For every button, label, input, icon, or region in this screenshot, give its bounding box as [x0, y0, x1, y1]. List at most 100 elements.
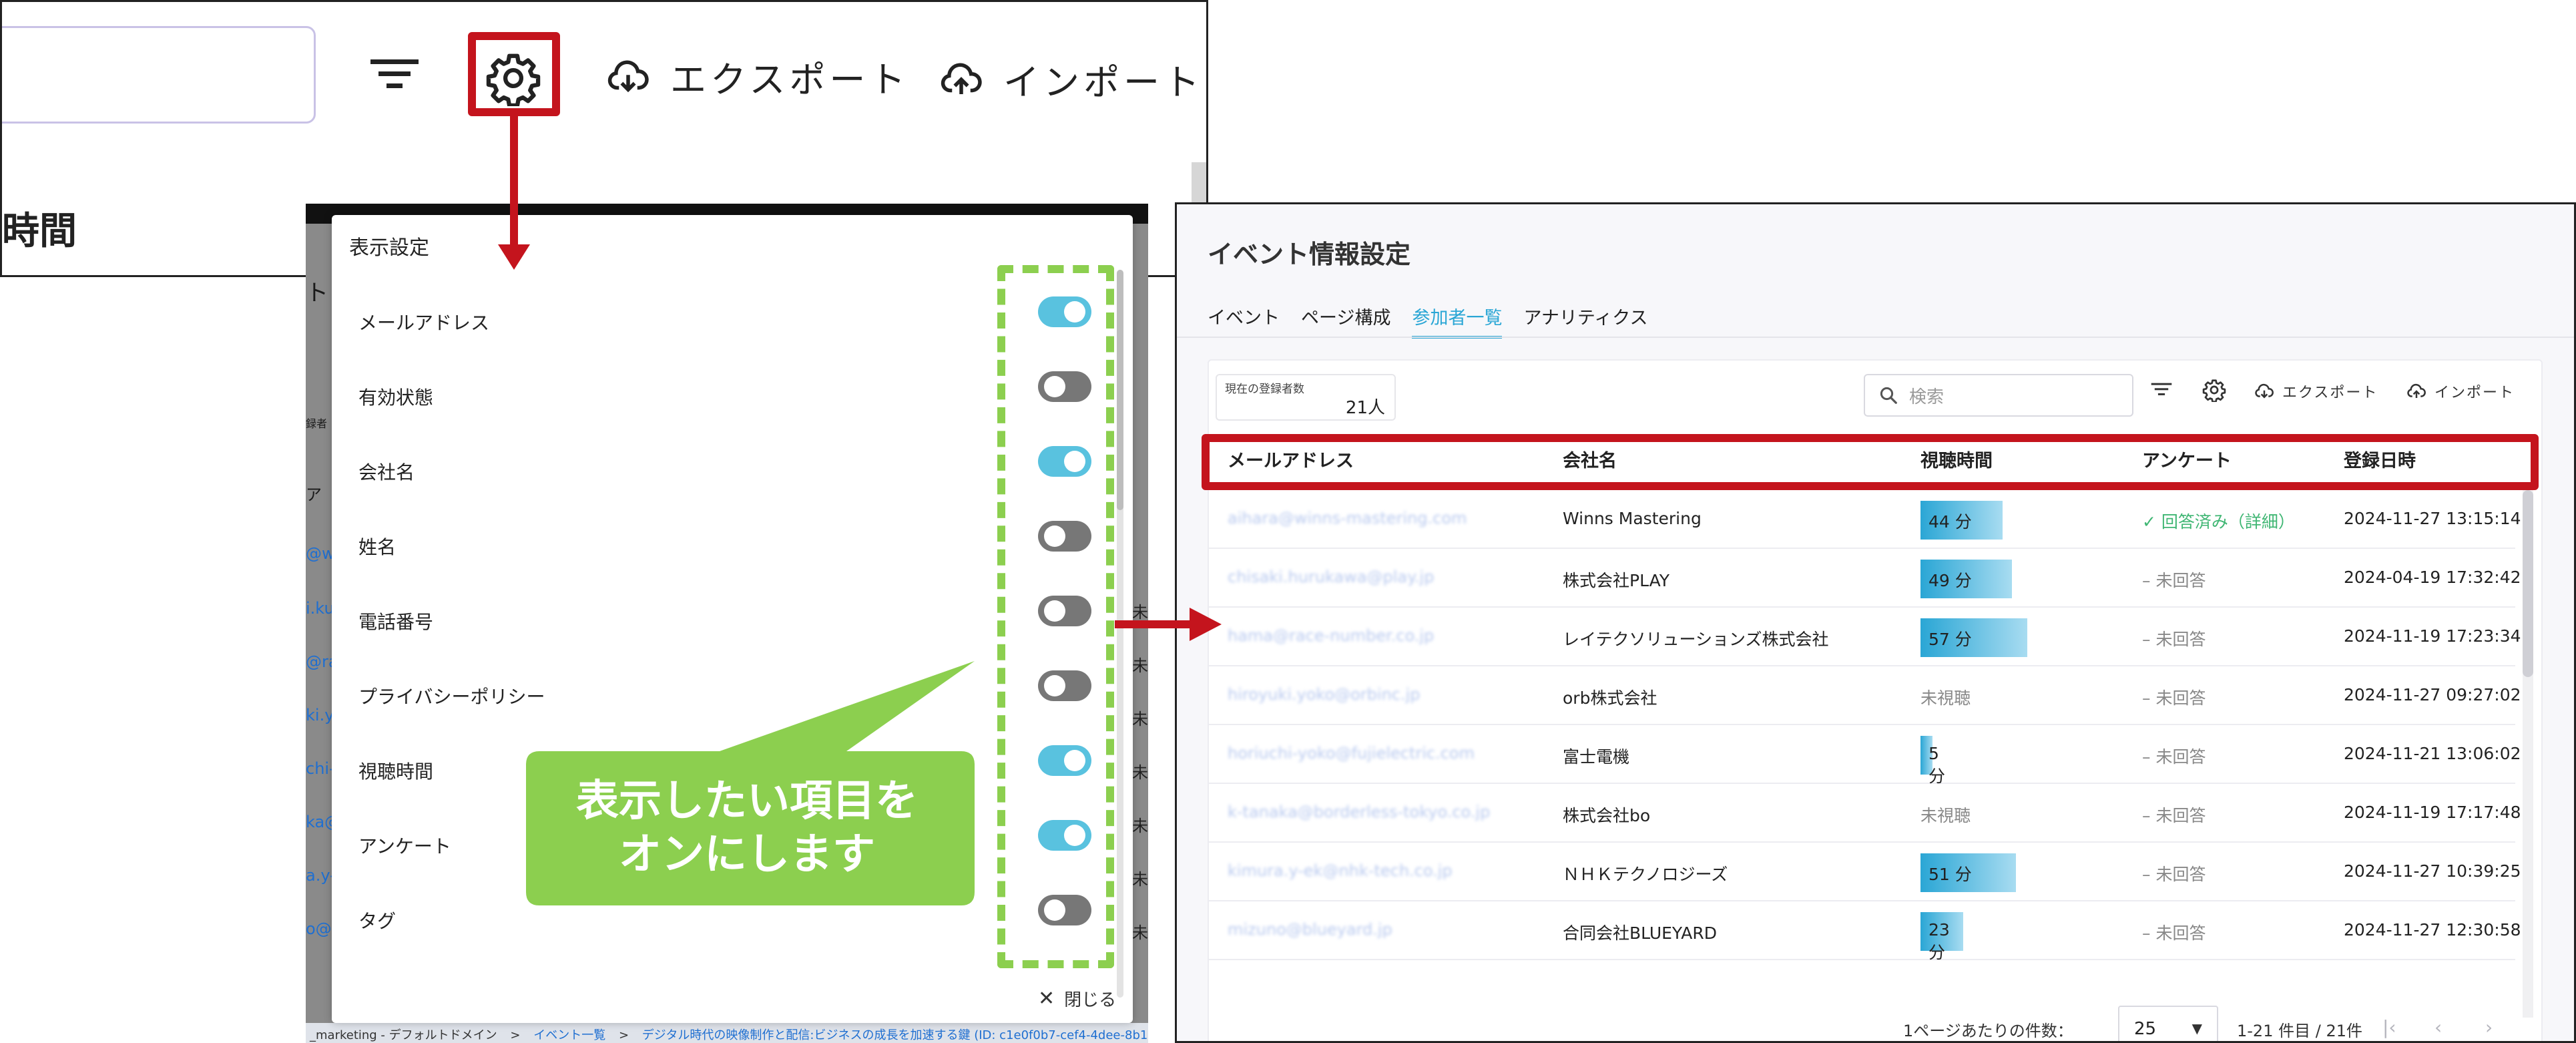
bg-fragment: 録者 [306, 417, 328, 430]
table-row[interactable]: mizuno@blueyard.jp 合同会社BLUEYARD 23 分 – 未… [1209, 901, 2521, 962]
event-settings-panel: イベント情報設定 イベント ページ構成 参加者一覧 アナリティクス 現在の登録者… [1175, 202, 2576, 1043]
filter-button[interactable] [2150, 381, 2173, 398]
breadcrumb-event[interactable]: デジタル時代の映像制作と配信:ビジネスの成長を加速する鍵 (ID: c1e0f0… [642, 1028, 1148, 1042]
setting-label-status: 有効状態 [358, 387, 434, 409]
gear-icon [2202, 379, 2226, 402]
next-page-icon[interactable]: › [2485, 1016, 2493, 1038]
bg-fragment: @w [306, 544, 335, 563]
bg-fragment: 未 [1132, 923, 1148, 942]
tab-analytics[interactable]: アナリティクス [1523, 303, 1647, 339]
export-label: エクスポート [2282, 385, 2378, 401]
breadcrumb-event-list[interactable]: イベント一覧 [533, 1028, 605, 1042]
cell-email[interactable]: aihara@winns-mastering.com [1228, 509, 1467, 528]
watch-time-bar: 23 分 [1920, 912, 1963, 962]
tab-bar: イベント ページ構成 参加者一覧 アナリティクス [1208, 303, 1669, 339]
setting-label-survey: アンケート [358, 835, 451, 857]
close-icon: ✕ [1038, 987, 1055, 1010]
tab-event[interactable]: イベント [1208, 303, 1280, 339]
per-page-select[interactable]: 25 ▼ [2118, 1006, 2218, 1041]
cell-email[interactable]: hama@race-number.co.jp [1228, 626, 1434, 645]
table-row[interactable]: horiuchi-yoko@fujielectric.com 富士電機 5 分 … [1209, 725, 2521, 786]
tab-participants[interactable]: 参加者一覧 [1412, 303, 1503, 339]
watch-time-value: 57 分 [1928, 630, 1972, 649]
tabs-divider [1177, 337, 2574, 338]
breadcrumb-separator: > [510, 1028, 521, 1042]
prev-page-icon[interactable]: ‹ [2434, 1016, 2442, 1038]
arrow-down-icon [498, 116, 530, 270]
callout-text: 表示したい項目を オンにします [526, 751, 968, 905]
table-row[interactable]: chisaki.hurukawa@play.jp 株式会社PLAY 49 分 –… [1209, 549, 2521, 608]
table-row[interactable]: hiroyuki.yoko@orbinc.jp orb株式会社 未視聴 – 未回… [1209, 666, 2521, 725]
watch-time-bar: 49 分 [1920, 560, 2012, 598]
check-icon: ✓ [2142, 512, 2161, 532]
table-row[interactable]: hama@race-number.co.jp レイテクソリューションズ株式会社 … [1209, 608, 2521, 666]
bg-fragment: i.ku [306, 599, 334, 618]
bg-fragment: ki.y [306, 706, 334, 724]
scrollbar-thumb[interactable] [1117, 270, 1123, 510]
watch-time-value: 49 分 [1928, 571, 1972, 590]
cell-registered-at: 2024-11-21 13:06:02 [2344, 744, 2521, 763]
tab-page-structure[interactable]: ページ構成 [1301, 303, 1390, 339]
bg-fragment: ア [306, 485, 322, 504]
filter-icon [2151, 383, 2172, 395]
close-label: 閉じる [1064, 990, 1117, 1010]
table-row[interactable]: aihara@winns-mastering.com Winns Masteri… [1209, 490, 2521, 549]
import-label: インポート [1003, 61, 1204, 103]
participant-search-input[interactable]: 検索 [1864, 374, 2133, 417]
registered-count-value: 21人 [1345, 398, 1385, 418]
bg-fragment: 未 [1132, 870, 1148, 889]
partial-heading: 時間 [2, 210, 77, 253]
dash-icon: – [2142, 571, 2156, 590]
filter-button[interactable] [368, 54, 421, 94]
search-input[interactable] [2, 26, 316, 124]
export-button[interactable]: エクスポート [2254, 381, 2378, 402]
caret-down-icon: ▼ [2192, 1020, 2202, 1036]
scrollbar-thumb[interactable] [2523, 490, 2533, 677]
setting-label-tag: タグ [358, 910, 397, 932]
watch-time-value: 5 分 [1928, 744, 1946, 786]
dash-icon: – [2142, 688, 2156, 708]
survey-status: 未回答 [2155, 923, 2206, 943]
cell-company: 富士電機 [1563, 747, 1630, 767]
bg-fragment: 未 [1132, 817, 1148, 835]
cell-registered-at: 2024-11-19 17:17:48 [2344, 803, 2521, 822]
cell-registered-at: 2024-11-27 10:39:25 [2344, 861, 2521, 881]
cell-email[interactable]: mizuno@blueyard.jp [1228, 920, 1392, 939]
first-page-icon[interactable]: |‹ [2382, 1016, 2396, 1038]
cell-email[interactable]: k-tanaka@borderless-tokyo.co.jp [1228, 803, 1490, 821]
survey-status: 未回答 [2155, 806, 2206, 825]
page-title: イベント情報設定 [1208, 240, 1411, 269]
cell-company: レイテクソリューションズ株式会社 [1563, 630, 1829, 649]
import-button[interactable]: インポート [2406, 381, 2515, 402]
bg-fragment: 未 [1132, 656, 1148, 675]
close-button[interactable]: ✕ 閉じる [1038, 986, 1116, 1011]
setting-label-company: 会社名 [358, 461, 415, 483]
table-row[interactable]: k-tanaka@borderless-tokyo.co.jp 株式会社bo 未… [1209, 784, 2521, 843]
cell-email[interactable]: kimura.y-ek@nhk-tech.co.jp [1228, 861, 1453, 880]
cell-survey: – 未回答 [2142, 744, 2206, 768]
callout-line-1: 表示したい項目を [576, 777, 918, 826]
cell-survey[interactable]: ✓ 回答済み（詳細） [2142, 509, 2295, 533]
cell-watch-time: 未視聴 [1920, 688, 1971, 708]
breadcrumb-domain[interactable]: _marketing - デフォルトドメイン [310, 1028, 497, 1042]
breadcrumb-separator: > [618, 1028, 629, 1042]
import-button[interactable]: インポート [939, 53, 1204, 106]
cell-email[interactable]: hiroyuki.yoko@orbinc.jp [1228, 685, 1421, 704]
cell-email[interactable]: horiuchi-yoko@fujielectric.com [1228, 744, 1475, 763]
table-scrollbar[interactable] [2523, 490, 2533, 1018]
cell-company: Winns Mastering [1563, 509, 1702, 528]
watch-time-bar: 44 分 [1920, 501, 2003, 540]
watch-time-bar: 5 分 [1920, 736, 1945, 786]
settings-button[interactable] [2202, 378, 2226, 402]
watch-time-bar: 51 分 [1920, 853, 2016, 892]
export-button[interactable]: エクスポート [606, 50, 909, 103]
cell-registered-at: 2024-11-27 12:30:58 [2344, 920, 2521, 940]
survey-status: 回答済み（詳細） [2161, 512, 2295, 532]
table-row[interactable]: kimura.y-ek@nhk-tech.co.jp ＮＨＫテクノロジーズ 51… [1209, 843, 2521, 901]
setting-label-privacy: プライバシーポリシー [358, 686, 545, 708]
cell-registered-at: 2024-11-27 09:27:02 [2344, 685, 2521, 704]
cell-registered-at: 2024-11-27 13:15:14 [2344, 509, 2521, 528]
setting-label-watch-time: 視聴時間 [358, 761, 434, 783]
cell-email[interactable]: chisaki.hurukawa@play.jp [1228, 568, 1434, 586]
import-label: インポート [2434, 385, 2515, 401]
